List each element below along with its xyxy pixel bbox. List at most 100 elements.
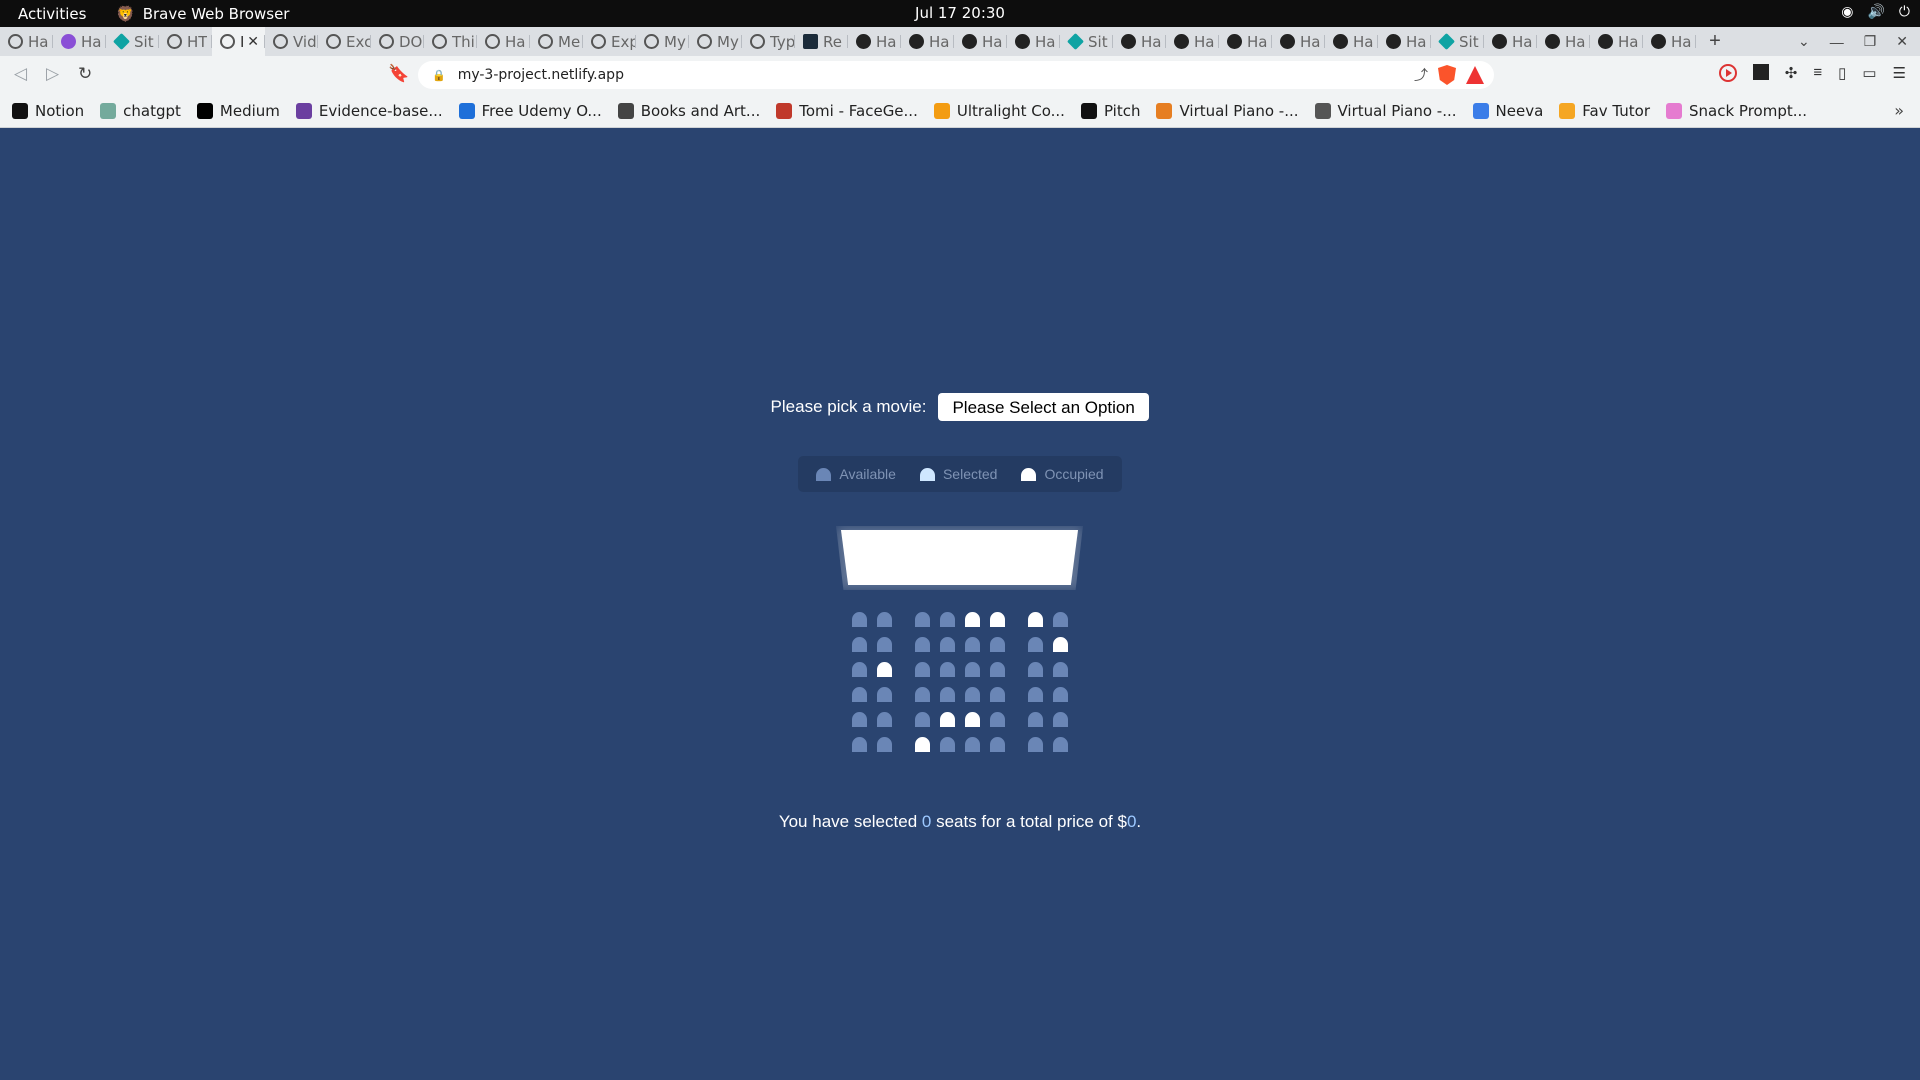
seat-available[interactable] xyxy=(877,737,892,752)
brave-shields-icon[interactable] xyxy=(1438,65,1456,85)
bookmarks-overflow-icon[interactable]: » xyxy=(1894,101,1904,120)
bookmark-item[interactable]: Fav Tutor xyxy=(1559,102,1650,120)
browser-tab[interactable]: HT xyxy=(159,27,212,56)
bookmark-item[interactable]: Medium xyxy=(196,102,280,120)
clock[interactable]: Jul 17 20:30 xyxy=(915,4,1005,22)
browser-tab[interactable]: Ha xyxy=(1537,27,1590,56)
browser-tab[interactable]: Ha xyxy=(1590,27,1643,56)
seat-available[interactable] xyxy=(852,737,867,752)
brave-rewards-icon[interactable]: 1 xyxy=(1466,66,1484,84)
browser-tab[interactable]: Ha xyxy=(1272,27,1325,56)
seat-available[interactable] xyxy=(877,612,892,627)
seat-available[interactable] xyxy=(852,662,867,677)
browser-tab[interactable]: Sit xyxy=(1431,27,1484,56)
bookmark-item[interactable]: Snack Prompt... xyxy=(1666,102,1807,120)
browser-tab[interactable]: Typ xyxy=(742,27,795,56)
bookmark-item[interactable]: Virtual Piano -... xyxy=(1156,102,1299,120)
seat-available[interactable] xyxy=(1028,737,1043,752)
new-tab-button[interactable]: + xyxy=(1700,30,1730,53)
browser-tab[interactable]: Exc xyxy=(318,27,371,56)
sidebar-icon[interactable]: ▯ xyxy=(1838,64,1846,82)
seat-available[interactable] xyxy=(915,662,930,677)
bookmark-item[interactable]: Virtual Piano -... xyxy=(1314,102,1457,120)
seat-available[interactable] xyxy=(1028,687,1043,702)
seat-available[interactable] xyxy=(940,637,955,652)
bookmark-item[interactable]: Notion xyxy=(12,102,84,120)
app-menu[interactable]: 🦁 Brave Web Browser xyxy=(116,5,289,23)
browser-tab[interactable]: Ha xyxy=(53,27,106,56)
browser-tab[interactable]: Ha xyxy=(1219,27,1272,56)
seat-available[interactable] xyxy=(1053,612,1068,627)
bookmark-item[interactable]: Neeva xyxy=(1472,102,1543,120)
playlist-icon[interactable]: ≡ xyxy=(1813,64,1822,82)
screen-recorder-extension-icon[interactable] xyxy=(1718,64,1737,82)
seat-available[interactable] xyxy=(915,612,930,627)
tab-search-chevron-icon[interactable]: ⌄ xyxy=(1798,33,1810,50)
seat-available[interactable] xyxy=(877,687,892,702)
seat-available[interactable] xyxy=(852,612,867,627)
browser-tab[interactable]: Ha xyxy=(477,27,530,56)
seat-available[interactable] xyxy=(915,637,930,652)
browser-tab[interactable]: Ha xyxy=(1643,27,1696,56)
seat-available[interactable] xyxy=(940,662,955,677)
browser-tab[interactable]: Ha xyxy=(1166,27,1219,56)
browser-tab[interactable]: Vid xyxy=(265,27,318,56)
wallet-icon[interactable]: ▭ xyxy=(1862,64,1876,82)
browser-tab[interactable]: Ha xyxy=(901,27,954,56)
menu-icon[interactable]: ☰ xyxy=(1893,64,1906,82)
seat-available[interactable] xyxy=(1028,662,1043,677)
activities-button[interactable]: Activities xyxy=(18,5,86,23)
bookmark-item[interactable]: Ultralight Co... xyxy=(933,102,1065,120)
browser-tab[interactable]: Ha xyxy=(1007,27,1060,56)
seat-available[interactable] xyxy=(990,712,1005,727)
seat-available[interactable] xyxy=(1053,662,1068,677)
close-tab-icon[interactable]: ✕ xyxy=(247,34,259,50)
seat-available[interactable] xyxy=(965,662,980,677)
browser-tab[interactable]: Ha xyxy=(1484,27,1537,56)
seat-available[interactable] xyxy=(990,687,1005,702)
address-bar[interactable]: 🔒 my-3-project.netlify.app ⤴ 1 xyxy=(418,61,1494,89)
close-window-icon[interactable]: ✕ xyxy=(1896,33,1908,50)
seat-available[interactable] xyxy=(1028,637,1043,652)
browser-tab[interactable]: Me xyxy=(530,27,583,56)
puzzle-extensions-icon[interactable]: ✣ xyxy=(1785,64,1798,82)
browser-tab[interactable]: DO xyxy=(371,27,424,56)
browser-tab[interactable]: Re xyxy=(795,27,848,56)
seat-available[interactable] xyxy=(990,662,1005,677)
extension-icon[interactable] xyxy=(1752,64,1769,80)
browser-tab[interactable]: Ha xyxy=(1325,27,1378,56)
seat-available[interactable] xyxy=(852,712,867,727)
browser-tab[interactable]: Ha xyxy=(1113,27,1166,56)
restore-icon[interactable]: ❐ xyxy=(1864,33,1877,50)
browser-tab[interactable]: Sit xyxy=(106,27,159,56)
back-icon[interactable]: ◁ xyxy=(14,64,27,84)
browser-tab[interactable]: My xyxy=(689,27,742,56)
bookmark-item[interactable]: Tomi - FaceGe... xyxy=(776,102,918,120)
seat-available[interactable] xyxy=(965,637,980,652)
browser-tab[interactable]: Ha xyxy=(1378,27,1431,56)
movie-select[interactable]: Please Select an Option xyxy=(938,393,1150,421)
seat-available[interactable] xyxy=(877,637,892,652)
seat-available[interactable] xyxy=(852,687,867,702)
seat-available[interactable] xyxy=(1028,712,1043,727)
browser-tab[interactable]: I ✕ xyxy=(212,27,265,56)
system-tray[interactable]: ◉ 🔊 ⏻ xyxy=(1841,4,1910,20)
bookmark-item[interactable]: Books and Art... xyxy=(617,102,760,120)
bookmark-item[interactable]: Evidence-base... xyxy=(295,102,443,120)
browser-tab[interactable]: Thi xyxy=(424,27,477,56)
seat-available[interactable] xyxy=(1053,737,1068,752)
minimize-icon[interactable]: — xyxy=(1830,34,1844,50)
seat-available[interactable] xyxy=(877,712,892,727)
url-text[interactable]: my-3-project.netlify.app xyxy=(458,67,624,83)
seat-available[interactable] xyxy=(990,737,1005,752)
seat-available[interactable] xyxy=(852,637,867,652)
seat-available[interactable] xyxy=(965,687,980,702)
seat-available[interactable] xyxy=(1053,712,1068,727)
seat-available[interactable] xyxy=(940,687,955,702)
seat-available[interactable] xyxy=(915,712,930,727)
bookmark-item[interactable]: Free Udemy O... xyxy=(458,102,602,120)
seat-available[interactable] xyxy=(1053,687,1068,702)
bookmark-item[interactable]: chatgpt xyxy=(100,102,181,120)
browser-tab[interactable]: Ha xyxy=(0,27,53,56)
seat-available[interactable] xyxy=(990,637,1005,652)
